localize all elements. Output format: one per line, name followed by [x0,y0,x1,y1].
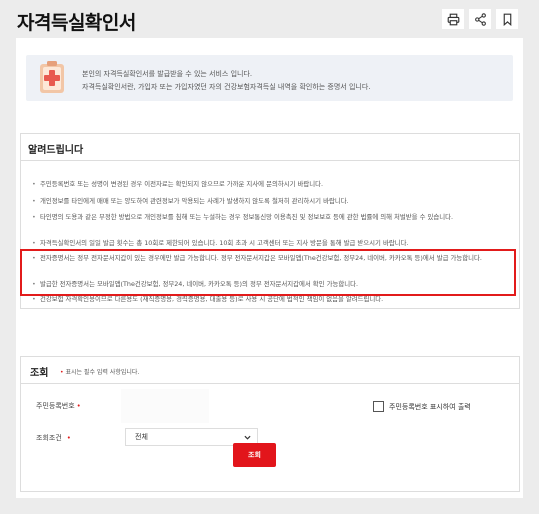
service-intro-box: 본인의 자격득실확인서를 발급받을 수 있는 서비스 입니다. 자격득실확인서란… [26,55,513,101]
divider [21,383,519,384]
rrn-label-text: 주민등록번호 [36,402,75,410]
search-button[interactable]: 조회 [233,443,276,467]
rrn-label: 주민등록번호 • [36,401,81,411]
required-mark: • [60,369,64,376]
notice-item: 건강보험 자격확인용이므로 다른용도 (재직증명용, 경력증명용, 대출용 등)… [32,294,510,305]
show-rrn-option[interactable]: 주민등록번호 표시하여 출력 [373,401,471,412]
share-button[interactable] [469,9,491,29]
required-mark: • [66,434,71,442]
print-icon [447,13,459,25]
notice-item: 타인명의 도용과 같은 부정한 방법으로 개인정보를 침해 또는 누설하는 경우… [32,212,510,223]
chevron-down-icon [244,435,251,440]
show-rrn-checkbox[interactable] [373,401,384,412]
required-note-text: 표시는 필수 입력 사항입니다. [65,369,140,376]
notice-section: 알려드립니다 주민등록번호 또는 성명이 변경된 경우 이전자료는 확인되지 않… [20,133,520,309]
print-button[interactable] [442,9,464,29]
top-toolbar [442,9,518,29]
divider [21,160,519,161]
notice-title: 알려드립니다 [28,145,84,156]
condition-selected-value: 전체 [135,433,148,441]
bookmark-icon [503,13,511,26]
page-title: 자격득실확인서 [17,12,136,34]
rrn-input[interactable] [121,389,209,423]
required-mark: • [76,402,81,410]
notice-item: 전자증명서는 정부 전자문서지갑이 있는 경우에만 발급 가능합니다. 정부 전… [32,253,510,264]
bookmark-button[interactable] [496,9,518,29]
condition-label-text: 조회조건 [36,434,62,442]
condition-label: 조회조건 • [36,433,71,443]
query-section: 조회 • 표시는 필수 입력 사항입니다. 주민등록번호 • 주민등록번호 표시하… [20,356,520,492]
content-card: 본인의 자격득실확인서를 발급받을 수 있는 서비스 입니다. 자격득실확인서란… [16,38,523,498]
show-rrn-label: 주민등록번호 표시하여 출력 [389,402,471,411]
intro-text-line1: 본인의 자격득실확인서를 발급받을 수 있는 서비스 입니다. [82,70,253,78]
query-title: 조회 [30,368,49,379]
intro-text-line2: 자격득실확인서란, 가입자 또는 가입자였던 자의 건강보험자격득실 내역을 확… [82,83,371,91]
notice-item: 발급한 전자증명서는 모바일앱(The건강보험, 정부24, 네이버, 카카오톡… [32,279,510,290]
share-icon [474,12,486,26]
notice-item: 주민등록번호 또는 성명이 변경된 경우 이전자료는 확인되지 않으므로 가까운… [32,179,510,190]
notice-item: 개인정보를 타인에게 매매 또는 양도하여 관련정보가 악용되는 사례가 발생하… [32,196,510,207]
required-note: • 표시는 필수 입력 사항입니다. [60,367,139,376]
notice-item: 자격득실확인서의 일일 발급 횟수는 총 10회로 제한되어 있습니다. 10회… [32,238,510,249]
document-icon [40,61,64,93]
